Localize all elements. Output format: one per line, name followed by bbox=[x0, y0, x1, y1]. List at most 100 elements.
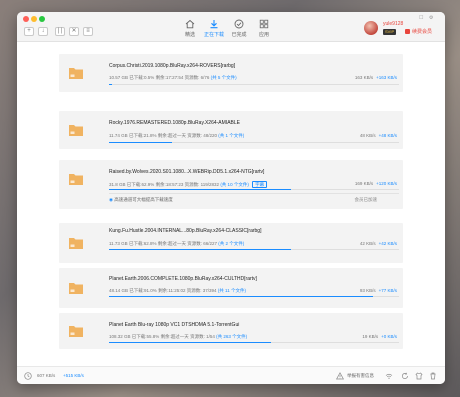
renew-vip-label: 续费会员 bbox=[412, 29, 433, 35]
progress-track bbox=[109, 84, 399, 85]
download-item[interactable]: Planet.Earth.2006.COMPLETE.1080p.BluRay.… bbox=[59, 268, 403, 308]
download-files-link[interactable]: (共 2 个文件) bbox=[218, 241, 244, 246]
tab-completed[interactable]: 已完成 bbox=[226, 19, 252, 41]
folder-icon bbox=[69, 174, 83, 185]
speed-icon[interactable] bbox=[24, 372, 32, 380]
more-button[interactable]: ≡ bbox=[83, 27, 93, 36]
warning-icon bbox=[336, 372, 344, 380]
zoom-window-button[interactable] bbox=[39, 16, 45, 22]
vip-icon bbox=[405, 29, 410, 34]
download-speed: 93 KB/s +77 KB/s bbox=[360, 288, 397, 293]
renew-vip-button[interactable]: 续费会员 bbox=[405, 29, 432, 35]
speed-boost-icon: ◉ bbox=[109, 197, 113, 202]
up-speed: +48 KB/s bbox=[378, 133, 397, 138]
divider bbox=[109, 193, 399, 194]
download-meta: 11.74 GB 已下载:21.8% 剩余:超过一天 资源数: 48/220 (… bbox=[109, 133, 244, 139]
speedup-hint[interactable]: ◉ 高速通道可大幅提高下载速度 bbox=[109, 197, 173, 203]
down-speed: 169 KB/s bbox=[354, 181, 374, 186]
titlebar: + ↓ | | ✕ ≡ 精选 正在下载 已完成 应用 yule9128 SVIP… bbox=[17, 12, 445, 42]
apps-icon bbox=[259, 19, 269, 29]
download-item[interactable]: Raised.by.Wolves.2020.S01.1080...X.WEBRi… bbox=[59, 160, 403, 209]
tab-label: 应用 bbox=[258, 32, 269, 38]
download-remaining: 剩余:18:57:23 bbox=[155, 182, 184, 187]
progress-track bbox=[109, 342, 399, 343]
report-link[interactable]: 举报有害信息 bbox=[347, 373, 374, 379]
download-name: Rocky.1976.REMASTERED.1080p.BluRay.X264-… bbox=[109, 120, 240, 126]
tab-featured[interactable]: 精选 bbox=[177, 19, 203, 41]
folder-icon bbox=[69, 238, 83, 249]
folder-icon bbox=[69, 326, 83, 337]
download-files-link[interactable]: (共 11 个文件) bbox=[218, 288, 246, 293]
download-speed: 163 KB/s +163 KB/s bbox=[355, 75, 397, 80]
download-resources: 资源数: 119/2832 bbox=[184, 182, 220, 187]
download-size: 108.32 GB bbox=[109, 334, 131, 339]
download-resources: 资源数: 6/76 bbox=[184, 75, 210, 80]
download-name: Corpus.Christi.2019.1080p.BluRay.x264-RO… bbox=[109, 63, 236, 69]
download-remaining: 剩余:11:25:02 bbox=[158, 288, 186, 293]
download-item[interactable]: Planet Earth Blu-ray 1080p VC1 DTSHDMA 5… bbox=[59, 313, 403, 349]
vip-badge: SVIP bbox=[383, 29, 397, 35]
shirt-icon[interactable] bbox=[415, 372, 423, 380]
download-percent: 已下载:62.9% bbox=[126, 182, 155, 187]
download-files-link[interactable]: (共 10 个文件) bbox=[220, 182, 249, 187]
tab-downloading[interactable]: 正在下载 bbox=[201, 19, 227, 41]
progress-track bbox=[109, 296, 399, 297]
up-speed: +163 KB/s bbox=[376, 75, 397, 80]
tab-label: 正在下载 bbox=[203, 32, 224, 38]
avatar[interactable] bbox=[364, 21, 378, 35]
download-name: Raised.by.Wolves.2020.S01.1080...X.WEBRi… bbox=[109, 169, 265, 175]
download-size: 10.57 GB bbox=[109, 75, 129, 80]
down-speed: 42 KB/s bbox=[359, 241, 376, 246]
home-icon bbox=[185, 19, 195, 29]
download-speed: 19 KB/s +0 KB/s bbox=[362, 334, 397, 339]
download-size: 48.14 GB bbox=[109, 288, 129, 293]
download-meta: 31.8 GB 已下载:62.9% 剩余:18:57:23 资源数: 119/2… bbox=[109, 181, 268, 188]
close-window-button[interactable] bbox=[23, 16, 29, 22]
download-speed: 48 KB/s +48 KB/s bbox=[360, 133, 397, 138]
wifi-icon[interactable] bbox=[385, 372, 393, 380]
download-speed: 42 KB/s +42 KB/s bbox=[360, 241, 397, 246]
up-speed: +120 KB/s bbox=[376, 181, 397, 186]
progress-fill bbox=[109, 142, 173, 143]
start-button[interactable]: ↓ bbox=[38, 27, 48, 36]
subtitle-tag[interactable]: 字幕 bbox=[252, 181, 268, 188]
download-meta: 108.32 GB 已下载:55.8% 剩余:超过一天 资源数: 1/54 (共… bbox=[109, 334, 247, 340]
new-task-button[interactable]: + bbox=[24, 27, 34, 36]
download-meta: 11.73 GB 已下载:62.8% 剩余:超过一天 资源数: 66/227 (… bbox=[109, 241, 244, 247]
download-speed: 169 KB/s +120 KB/s bbox=[355, 181, 397, 186]
download-files-link[interactable]: (共 1 个文件) bbox=[218, 133, 244, 138]
download-item[interactable]: Kung.Fu.Hustle.2004.INTERNAL...80p.BluRa… bbox=[59, 223, 403, 263]
download-item[interactable]: Rocky.1976.REMASTERED.1080p.BluRay.X264-… bbox=[59, 111, 403, 149]
download-size: 11.73 GB bbox=[109, 241, 128, 246]
username[interactable]: yule9128 bbox=[383, 21, 403, 27]
statusbar: 607 KB/s +515 KB/s 举报有害信息 bbox=[17, 366, 445, 384]
download-name: Planet.Earth.2006.COMPLETE.1080p.BluRay.… bbox=[109, 276, 257, 282]
tab-apps[interactable]: 应用 bbox=[251, 19, 277, 41]
up-speed: +77 KB/s bbox=[378, 288, 397, 293]
minimize-window-button[interactable] bbox=[31, 16, 37, 22]
progress-fill bbox=[109, 249, 292, 250]
vip-accelerated-label: 会员已加速 bbox=[354, 197, 378, 202]
download-name: Kung.Fu.Hustle.2004.INTERNAL...80p.BluRa… bbox=[109, 228, 262, 234]
download-remaining: 剩余:超过一天 bbox=[160, 334, 189, 339]
download-files-link[interactable]: (共 5 个文件) bbox=[211, 75, 237, 80]
trash-icon[interactable] bbox=[429, 372, 437, 380]
download-percent: 已下载:21.8% bbox=[128, 133, 157, 138]
download-percent: 已下载:91.0% bbox=[129, 288, 157, 293]
download-percent: 已下载:55.8% bbox=[131, 334, 160, 339]
download-files-link[interactable]: (共 263 个文件) bbox=[216, 334, 247, 339]
speedup-hint-text: 高速通道可大幅提高下载速度 bbox=[114, 197, 173, 202]
skin-icon[interactable]: ☐ bbox=[419, 15, 425, 21]
download-icon bbox=[210, 20, 218, 29]
check-circle-icon bbox=[234, 19, 244, 29]
download-size: 31.8 GB bbox=[109, 182, 126, 187]
pause-button[interactable]: | | bbox=[55, 27, 65, 36]
app-window: + ↓ | | ✕ ≡ 精选 正在下载 已完成 应用 yule9128 SVIP… bbox=[17, 12, 445, 384]
delete-button[interactable]: ✕ bbox=[69, 27, 79, 36]
settings-icon[interactable]: ⚙ bbox=[429, 15, 435, 21]
download-item[interactable]: Corpus.Christi.2019.1080p.BluRay.x264-RO… bbox=[59, 54, 403, 92]
download-resources: 资源数: 1/54 bbox=[190, 334, 215, 339]
download-remaining: 剩余:17:27:54 bbox=[155, 75, 184, 80]
progress-fill bbox=[109, 296, 373, 297]
refresh-icon[interactable] bbox=[401, 372, 409, 380]
